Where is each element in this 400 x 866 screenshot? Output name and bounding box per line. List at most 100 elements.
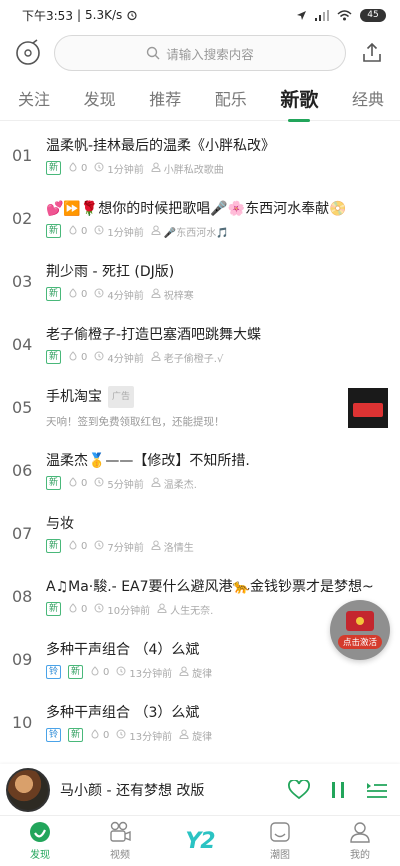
play-count-icon xyxy=(68,287,78,301)
song-author[interactable]: 旋律 xyxy=(192,728,212,743)
play-count-icon xyxy=(90,665,100,679)
nav-logo[interactable]: Y2 xyxy=(170,829,230,854)
ad-tag: 广告 xyxy=(108,386,135,408)
song-row[interactable]: 04 老子偷橙子-打造巴塞酒吧跳舞大蝶新 0 4分钟前 老子偷橙子.√ xyxy=(0,313,400,376)
upload-time: 1分钟前 xyxy=(107,164,144,176)
profile-icon xyxy=(350,822,370,843)
upload-time: 1分钟前 xyxy=(107,227,144,239)
play-count: 0 xyxy=(81,288,88,300)
playlist-icon[interactable] xyxy=(366,780,388,800)
mini-player[interactable]: 马小颜 - 还有梦想 改版 xyxy=(0,764,400,816)
search-icon xyxy=(147,46,160,60)
tab-soundtrack[interactable]: 配乐 xyxy=(213,78,249,118)
clock-icon xyxy=(94,351,104,364)
user-icon xyxy=(151,288,161,301)
upload-time: 7分钟前 xyxy=(107,542,144,554)
user-icon xyxy=(179,729,189,742)
song-author[interactable]: 小胖私改歌曲 xyxy=(164,161,224,176)
song-row[interactable]: 03 荆少雨 - 死扛 (DJ版) 新 0 4分钟前 祝梓寒 xyxy=(0,250,400,313)
user-icon xyxy=(151,477,161,490)
tab-classic[interactable]: 经典 xyxy=(350,78,386,118)
heart-icon[interactable] xyxy=(288,780,310,800)
song-author[interactable]: 祝梓寒 xyxy=(164,287,194,302)
tab-new-songs[interactable]: 新歌 xyxy=(278,77,320,120)
song-rank: 06 xyxy=(12,461,33,480)
user-icon xyxy=(151,225,161,238)
tab-recommend[interactable]: 推荐 xyxy=(147,78,183,118)
ad-row[interactable]: 05 手机淘宝 广告 天响！签到免费领取红包，还能提现！ xyxy=(0,376,400,439)
song-title: 💕⏩🌹想你的时候把歌唱🎤🌸东西河水奉献📀 xyxy=(46,200,347,217)
new-badge: 新 xyxy=(46,350,62,364)
song-author[interactable]: 老子偷橙子.√ xyxy=(164,350,224,365)
tab-follow[interactable]: 关注 xyxy=(16,78,52,118)
play-count-icon xyxy=(68,350,78,364)
search-input[interactable]: 请输入搜索内容 xyxy=(54,35,346,71)
song-row[interactable]: 07 与妆新 0 7分钟前 洛情生 xyxy=(0,502,400,565)
clock-icon xyxy=(94,162,104,175)
song-row[interactable]: 06 温柔杰🥇——【修改】不知所措. 新 0 5分钟前 温柔杰. xyxy=(0,439,400,502)
user-icon xyxy=(151,540,161,553)
song-author[interactable]: 旋律 xyxy=(192,665,212,680)
song-rank: 03 xyxy=(12,272,33,291)
status-bar: 下午3:53 | 5.3K/s 45 xyxy=(0,0,400,30)
song-title: 老子偷橙子-打造巴塞酒吧跳舞大蝶 xyxy=(46,326,262,343)
song-title: A♫Ma·駿.- EA7要什么避风港🐆金钱钞票才是梦想~ xyxy=(46,578,374,595)
nav-discover[interactable]: 发现 xyxy=(10,821,70,861)
bottom-nav: 发现 视频 Y2 潮图 我的 xyxy=(0,815,400,866)
ringtone-badge: 铃 xyxy=(46,665,62,679)
new-badge: 新 xyxy=(46,161,62,175)
disc-icon[interactable] xyxy=(12,37,44,69)
picture-icon xyxy=(270,822,290,842)
pause-icon[interactable] xyxy=(330,781,346,799)
red-envelope-button[interactable]: 点击激活 xyxy=(330,600,390,660)
play-count: 0 xyxy=(81,540,88,552)
song-rank: 09 xyxy=(12,650,33,669)
user-icon xyxy=(179,666,189,679)
play-count-icon xyxy=(68,224,78,238)
category-tabs: 关注 发现 推荐 配乐 新歌 经典 xyxy=(0,76,400,121)
clock-icon xyxy=(116,666,126,679)
song-author[interactable]: 温柔杰. xyxy=(164,476,197,491)
nav-profile[interactable]: 我的 xyxy=(330,821,390,861)
song-title: 荆少雨 - 死扛 (DJ版) xyxy=(46,263,175,280)
album-cover[interactable] xyxy=(6,768,50,812)
new-badge: 新 xyxy=(46,224,62,238)
now-playing-title: 马小颜 - 还有梦想 改版 xyxy=(60,783,205,799)
song-rank: 05 xyxy=(12,398,33,417)
new-badge: 新 xyxy=(46,539,62,553)
song-row[interactable]: 02 💕⏩🌹想你的时候把歌唱🎤🌸东西河水奉献📀 新 0 1分钟前 🎤东西河水🎵 xyxy=(0,187,400,250)
song-author[interactable]: 洛情生 xyxy=(164,539,194,554)
song-author[interactable]: 人生无奈. xyxy=(170,602,213,617)
status-time: 下午3:53 xyxy=(22,8,73,23)
nav-picture-label: 潮图 xyxy=(270,850,290,861)
user-icon xyxy=(151,162,161,175)
upload-time: 4分钟前 xyxy=(107,353,144,365)
song-list: 01 温柔帆-挂林最后的温柔《小胖私改》新 0 1分钟前 小胖私改歌曲 02 💕⏩🌹想你的时… xyxy=(0,124,400,817)
clock-icon xyxy=(116,729,126,742)
song-row[interactable]: 01 温柔帆-挂林最后的温柔《小胖私改》新 0 1分钟前 小胖私改歌曲 xyxy=(0,124,400,187)
clock-icon xyxy=(94,288,104,301)
share-icon[interactable] xyxy=(356,37,388,69)
user-icon xyxy=(157,603,167,616)
nav-video[interactable]: 视频 xyxy=(90,821,150,861)
song-row[interactable]: 10 多种干声组合 （3）么斌铃新 0 13分钟前 旋律 xyxy=(0,691,400,754)
upload-time: 4分钟前 xyxy=(107,290,144,302)
ad-thumbnail[interactable] xyxy=(348,387,388,428)
play-count: 0 xyxy=(81,351,88,363)
song-rank: 07 xyxy=(12,524,33,543)
tab-discover[interactable]: 发现 xyxy=(82,78,118,118)
ringtone-badge: 铃 xyxy=(46,728,62,742)
upload-time: 5分钟前 xyxy=(107,479,144,491)
song-title: 温柔杰🥇——【修改】不知所措. xyxy=(46,452,250,469)
play-count: 0 xyxy=(81,162,88,174)
upload-time: 10分钟前 xyxy=(107,605,151,617)
new-badge: 新 xyxy=(46,602,62,616)
song-author[interactable]: 🎤东西河水🎵 xyxy=(164,224,229,239)
ad-title: 手机淘宝 xyxy=(46,389,102,405)
play-count: 0 xyxy=(103,666,110,678)
top-bar: 请输入搜索内容 xyxy=(0,30,400,76)
song-title: 与妆 xyxy=(46,515,74,532)
wifi-icon xyxy=(337,9,352,20)
nav-picture[interactable]: 潮图 xyxy=(250,821,310,861)
song-title: 温柔帆-挂林最后的温柔《小胖私改》 xyxy=(46,137,276,154)
